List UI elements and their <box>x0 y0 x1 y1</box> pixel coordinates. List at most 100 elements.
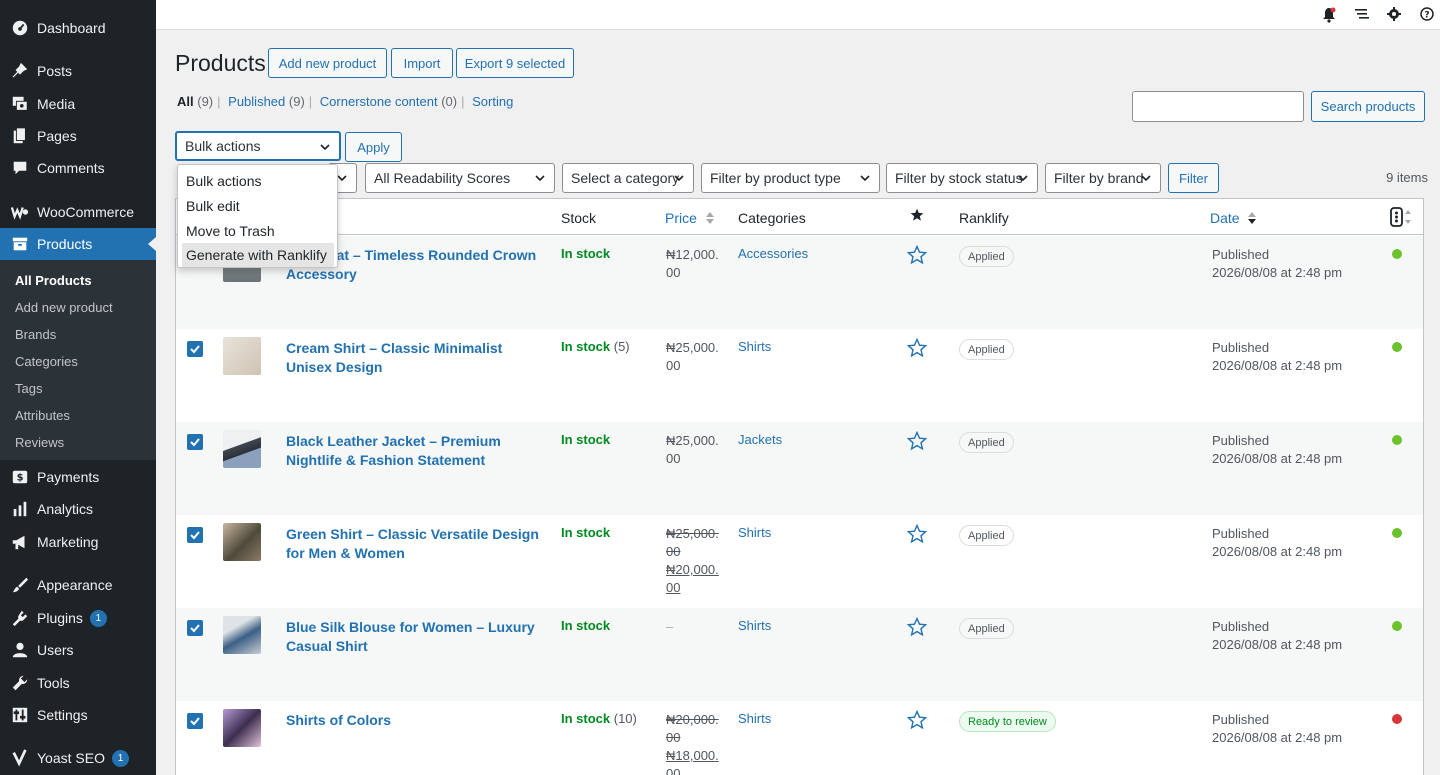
product-category-link[interactable]: Shirts <box>738 711 771 726</box>
product-type-filter-select[interactable]: Filter by product type <box>701 163 880 193</box>
view-cornerstone[interactable]: Cornerstone content <box>320 94 438 109</box>
list-icon[interactable] <box>1355 7 1371 23</box>
sidebar-item-media[interactable]: Media <box>0 88 156 120</box>
submenu-tags[interactable]: Tags <box>15 381 42 396</box>
featured-star-outline-icon[interactable] <box>907 431 927 451</box>
product-name-link[interactable]: Shirts of Colors <box>286 711 546 730</box>
bulk-option-generate-with-ranklify[interactable]: Generate with Ranklify <box>182 243 334 267</box>
search-products-button[interactable]: Search products <box>1311 91 1425 122</box>
export-button[interactable]: Export 9 selected <box>456 48 574 78</box>
view-sorting[interactable]: Sorting <box>472 94 513 109</box>
column-price[interactable]: Price <box>665 210 715 226</box>
bulk-option-move-to-trash[interactable]: Move to Trash <box>182 219 334 243</box>
readability-filter-select[interactable]: All Readability Scores <box>365 163 555 193</box>
products-submenu: All Products Add new product Brands Cate… <box>0 260 156 460</box>
submenu-brands[interactable]: Brands <box>15 327 56 342</box>
seo-score-dot <box>1392 528 1402 538</box>
apply-button[interactable]: Apply <box>345 132 402 162</box>
sidebar-item-label: Settings <box>37 707 88 723</box>
seo-column-icon[interactable] <box>1390 207 1414 230</box>
search-input[interactable] <box>1132 91 1304 122</box>
table-row[interactable]: Cream Shirt – Classic Minimalist Unisex … <box>176 329 1423 422</box>
add-new-product-button[interactable]: Add new product <box>268 48 387 78</box>
product-price: ₦25,000.00 ₦20,000.00 <box>666 525 724 597</box>
sidebar-item-users[interactable]: Users <box>0 634 156 666</box>
readability-filter-value: All Readability Scores <box>374 170 511 186</box>
product-thumbnail[interactable] <box>223 430 261 468</box>
bulk-actions-select[interactable]: Bulk actions <box>175 131 341 161</box>
product-category-link[interactable]: Accessories <box>738 246 808 261</box>
notification-icon[interactable] <box>1322 7 1338 23</box>
row-checkbox[interactable] <box>187 527 203 543</box>
sidebar-item-yoast-seo[interactable]: Yoast SEO 1 <box>0 742 156 774</box>
featured-star-outline-icon[interactable] <box>907 524 927 544</box>
sidebar-item-tools[interactable]: Tools <box>0 667 156 699</box>
submenu-categories[interactable]: Categories <box>15 354 78 369</box>
product-price: ₦25,000.00 <box>666 433 719 466</box>
import-button[interactable]: Import <box>391 48 453 78</box>
sidebar-item-plugins[interactable]: Plugins 1 <box>0 602 156 634</box>
sidebar-item-woocommerce[interactable]: WooCommerce <box>0 196 156 228</box>
checkmark-icon <box>190 717 200 726</box>
featured-star-outline-icon[interactable] <box>907 338 927 358</box>
sidebar-item-pages[interactable]: Pages <box>0 120 156 152</box>
sidebar-item-products[interactable]: Products <box>0 228 156 260</box>
table-row[interactable]: Green Shirt – Classic Versatile Design f… <box>176 515 1423 608</box>
sidebar-item-posts[interactable]: Posts <box>0 55 156 87</box>
view-all[interactable]: All <box>177 94 194 109</box>
sidebar-item-comments[interactable]: Comments <box>0 152 156 184</box>
product-name-link[interactable]: Cream Shirt – Classic Minimalist Unisex … <box>286 339 546 377</box>
sidebar-item-dashboard[interactable]: Dashboard <box>0 12 156 44</box>
submenu-attributes[interactable]: Attributes <box>15 408 70 423</box>
sidebar-item-label: Analytics <box>37 501 94 517</box>
submenu-all-products[interactable]: All Products <box>15 273 92 288</box>
column-date[interactable]: Date <box>1210 210 1257 226</box>
comment-icon <box>10 158 30 178</box>
product-category-link[interactable]: Jackets <box>738 432 782 447</box>
featured-star-outline-icon[interactable] <box>907 617 927 637</box>
sidebar-item-payments[interactable]: $ Payments <box>0 461 156 493</box>
product-thumbnail[interactable] <box>223 337 261 375</box>
product-category-link[interactable]: Shirts <box>738 525 771 540</box>
table-row[interactable]: Blue Silk Blouse for Women – Luxury Casu… <box>176 608 1423 701</box>
yoast-icon <box>10 748 30 768</box>
product-name-link[interactable]: Blue Silk Blouse for Women – Luxury Casu… <box>286 618 546 656</box>
featured-star-outline-icon[interactable] <box>907 710 927 730</box>
submenu-reviews[interactable]: Reviews <box>15 435 64 450</box>
sidebar-item-label: Products <box>37 236 93 252</box>
gear-icon[interactable] <box>1387 7 1403 23</box>
product-thumbnail[interactable] <box>223 616 261 654</box>
sidebar-item-marketing[interactable]: Marketing <box>0 526 156 558</box>
brand-filter-select[interactable]: Filter by brand <box>1045 163 1161 193</box>
category-filter-select[interactable]: Select a category <box>562 163 694 193</box>
help-icon[interactable]: ? <box>1420 7 1436 23</box>
product-name-link[interactable]: Green Shirt – Classic Versatile Design f… <box>286 525 546 563</box>
featured-star-outline-icon[interactable] <box>907 245 927 265</box>
checkmark-icon <box>190 531 200 540</box>
bulk-option-bulk-actions[interactable]: Bulk actions <box>182 169 334 193</box>
table-row[interactable]: Black Leather Jacket – Premium Nightlife… <box>176 422 1423 515</box>
table-row[interactable]: owler Hat – Timeless Rounded Crown Acces… <box>176 236 1423 329</box>
bulk-option-bulk-edit[interactable]: Bulk edit <box>182 194 334 218</box>
table-row[interactable]: Shirts of Colors In stock (10) ₦20,000.0… <box>176 701 1423 775</box>
product-thumbnail[interactable] <box>223 523 261 561</box>
sidebar-item-appearance[interactable]: Appearance <box>0 569 156 601</box>
publish-status: Published <box>1212 619 1270 634</box>
row-checkbox[interactable] <box>187 620 203 636</box>
sidebar-item-analytics[interactable]: Analytics <box>0 493 156 525</box>
submenu-add-new-product[interactable]: Add new product <box>15 300 113 315</box>
product-category-link[interactable]: Shirts <box>738 618 771 633</box>
yoast-notification-badge: 1 <box>111 749 129 767</box>
featured-star-icon[interactable] <box>910 208 924 225</box>
product-thumbnail[interactable] <box>223 709 261 747</box>
row-checkbox[interactable] <box>187 434 203 450</box>
chevron-down-icon <box>320 144 330 151</box>
row-checkbox[interactable] <box>187 341 203 357</box>
sidebar-item-settings[interactable]: Settings <box>0 699 156 731</box>
product-category-link[interactable]: Shirts <box>738 339 771 354</box>
row-checkbox[interactable] <box>187 713 203 729</box>
product-name-link[interactable]: Black Leather Jacket – Premium Nightlife… <box>286 432 546 470</box>
filter-button[interactable]: Filter <box>1168 163 1219 193</box>
stock-status-filter-select[interactable]: Filter by stock status <box>886 163 1038 193</box>
view-published[interactable]: Published <box>228 94 285 109</box>
